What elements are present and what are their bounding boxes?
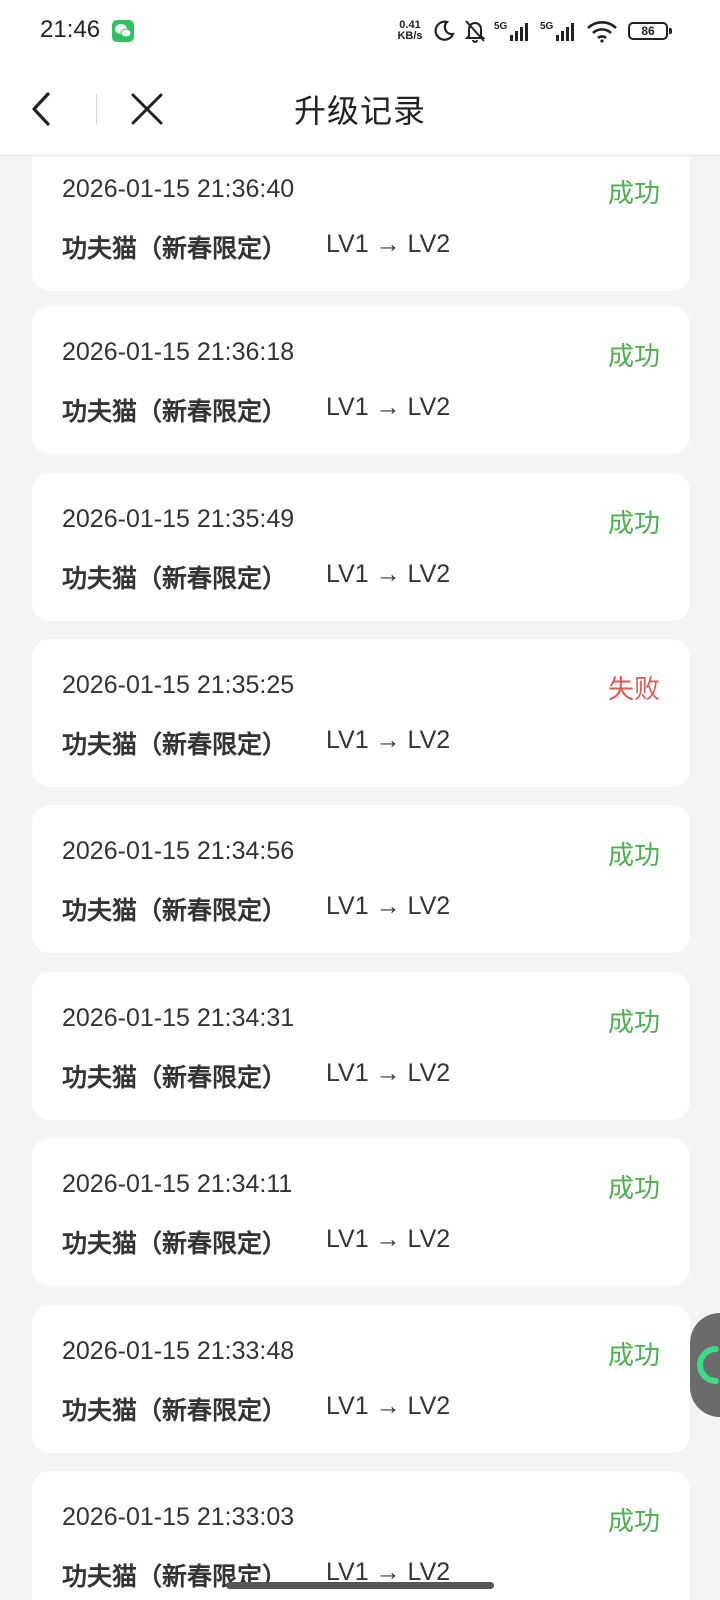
record-status: 成功 xyxy=(607,841,660,871)
bell-off-icon xyxy=(464,20,486,43)
record-level-change: LV1 → LV2 xyxy=(326,1225,451,1253)
record-time: 2026-01-15 21:34:31 xyxy=(62,1004,295,1032)
battery-icon: 86 xyxy=(628,22,672,40)
record-item-name: 功夫猫（新春限定） xyxy=(62,1396,288,1425)
record-item-name: 功夫猫（新春限定） xyxy=(62,1063,288,1092)
signal-5g-icon: 5G xyxy=(540,21,574,41)
record-time: 2026-01-15 21:33:03 xyxy=(62,1503,295,1531)
record-level-change: LV1 → LV2 xyxy=(326,726,451,754)
record-card: 2026-01-15 21:34:31 成功 功夫猫（新春限定） LV1 → L… xyxy=(32,972,690,1120)
battery-level: 86 xyxy=(641,24,655,38)
record-time: 2026-01-15 21:36:18 xyxy=(62,338,295,366)
record-time: 2026-01-15 21:34:56 xyxy=(62,837,295,865)
record-status: 成功 xyxy=(607,179,660,209)
status-time: 21:46 xyxy=(40,16,101,43)
navigation-bar: 升级记录 xyxy=(0,62,720,156)
record-time: 2026-01-15 21:36:40 xyxy=(62,175,295,203)
network-speed: 0.41 KB/s xyxy=(394,20,426,42)
record-item-name: 功夫猫（新春限定） xyxy=(62,397,288,426)
record-card: 2026-01-15 21:33:03 成功 功夫猫（新春限定） LV1 → L… xyxy=(32,1471,690,1600)
record-level-change: LV1 → LV2 xyxy=(326,892,451,920)
record-status: 成功 xyxy=(607,1341,660,1371)
wechat-icon xyxy=(112,20,134,42)
record-level-change: LV1 → LV2 xyxy=(326,1059,451,1087)
record-time: 2026-01-15 21:34:11 xyxy=(62,1170,293,1198)
record-card: 2026-01-15 21:35:49 成功 功夫猫（新春限定） LV1 → L… xyxy=(32,473,690,621)
home-indicator[interactable] xyxy=(226,1582,494,1589)
record-item-name: 功夫猫（新春限定） xyxy=(62,896,288,925)
record-status: 成功 xyxy=(607,342,660,372)
record-status: 成功 xyxy=(607,1174,660,1204)
record-card: 2026-01-15 21:35:25 失败 功夫猫（新春限定） LV1 → L… xyxy=(32,639,690,787)
record-item-name: 功夫猫（新春限定） xyxy=(62,234,288,263)
status-bar: 21:46 0.41 KB/s 5G 5G 86 xyxy=(0,0,720,62)
record-level-change: LV1 → LV2 xyxy=(326,230,451,258)
status-icons: 0.41 KB/s 5G 5G 86 xyxy=(394,16,672,46)
record-level-change: LV1 → LV2 xyxy=(326,1392,451,1420)
record-item-name: 功夫猫（新春限定） xyxy=(62,564,288,593)
record-card: 2026-01-15 21:34:11 成功 功夫猫（新春限定） LV1 → L… xyxy=(32,1138,690,1286)
record-level-change: LV1 → LV2 xyxy=(326,560,451,588)
record-level-change: LV1 → LV2 xyxy=(326,393,451,421)
record-status: 失败 xyxy=(607,675,660,705)
svg-text:5G: 5G xyxy=(540,21,554,32)
record-item-name: 功夫猫（新春限定） xyxy=(62,1229,288,1258)
upgrade-record-list[interactable]: 2026-01-15 21:36:40 成功 功夫猫（新春限定） LV1 → L… xyxy=(0,157,720,1600)
record-time: 2026-01-15 21:33:48 xyxy=(62,1337,295,1365)
record-status: 成功 xyxy=(607,1507,660,1537)
wifi-icon xyxy=(587,21,617,43)
signal-5g-icon: 5G xyxy=(494,21,528,41)
record-card: 2026-01-15 21:36:40 成功 功夫猫（新春限定） LV1 → L… xyxy=(32,157,690,291)
network-speed-unit: KB/s xyxy=(397,30,423,42)
record-card: 2026-01-15 21:34:56 成功 功夫猫（新春限定） LV1 → L… xyxy=(32,805,690,953)
record-item-name: 功夫猫（新春限定） xyxy=(62,730,288,759)
record-time: 2026-01-15 21:35:49 xyxy=(62,505,295,533)
record-status: 成功 xyxy=(607,509,660,539)
floating-assistant-button[interactable] xyxy=(690,1313,720,1417)
svg-text:5G: 5G xyxy=(494,21,508,32)
record-status: 成功 xyxy=(607,1008,660,1038)
page-title: 升级记录 xyxy=(293,92,426,130)
record-card: 2026-01-15 21:33:48 成功 功夫猫（新春限定） LV1 → L… xyxy=(32,1305,690,1453)
record-card: 2026-01-15 21:36:18 成功 功夫猫（新春限定） LV1 → L… xyxy=(32,306,690,454)
record-time: 2026-01-15 21:35:25 xyxy=(62,671,295,699)
phone-handset-icon xyxy=(697,1346,719,1384)
moon-icon xyxy=(434,20,455,41)
